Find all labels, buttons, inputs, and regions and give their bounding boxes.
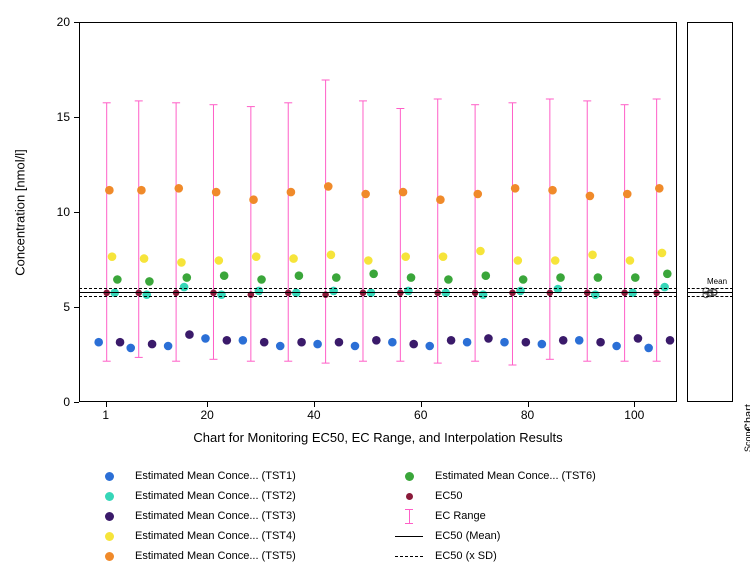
legend-label: Estimated Mean Conce... (TST4) xyxy=(135,530,296,542)
side-panel xyxy=(687,22,733,402)
legend-label: Estimated Mean Conce... (TST6) xyxy=(435,470,596,482)
legend-item-ec50: EC50 xyxy=(393,486,663,506)
x-tick-label: 20 xyxy=(192,408,222,422)
x-tick-label: 40 xyxy=(299,408,329,422)
x-tick-label: 100 xyxy=(619,408,649,422)
y-tick-label: 20 xyxy=(30,15,70,29)
legend-column-1: Estimated Mean Conce... (TST1) Estimated … xyxy=(93,466,393,566)
legend-label: Estimated Mean Conce... (TST2) xyxy=(135,490,296,502)
legend-item-tst4: Estimated Mean Conce... (TST4) xyxy=(93,526,393,546)
side-x-title-label: Scope: xyxy=(744,424,750,452)
x-tick-label: 1 xyxy=(91,408,121,422)
side-x-title: Scope: xyxy=(738,430,750,458)
legend-item-ec50sd: EC50 (x SD) xyxy=(393,546,663,566)
y-tick-label: 0 xyxy=(30,395,70,409)
legend-item-tst1: Estimated Mean Conce... (TST1) xyxy=(93,466,393,486)
side-ec50-sd-high-line xyxy=(687,288,733,289)
side-x-tick: Chart xyxy=(738,407,750,423)
legend-label: EC Range xyxy=(435,510,486,522)
y-tick-label: 15 xyxy=(30,110,70,124)
ec50-sd-high-line xyxy=(79,288,677,289)
legend-label: EC50 (Mean) xyxy=(435,530,500,542)
legend-item-tst2: Estimated Mean Conce... (TST2) xyxy=(93,486,393,506)
legend-column-2: Estimated Mean Conce... (TST6) EC50 EC Ran… xyxy=(393,466,663,566)
chart-root: Concentration [nmol/l] 0 5 10 15 20 1 20 40 60 8… xyxy=(0,0,750,584)
y-tick-label: 10 xyxy=(30,205,70,219)
legend: Estimated Mean Conce... (TST1) Estimated … xyxy=(93,466,663,576)
main-plot-panel xyxy=(79,22,677,402)
y-axis-label: Concentration [nmol/l] xyxy=(13,149,28,275)
ec50-mean-line xyxy=(79,292,677,293)
ec50-sd-low-line xyxy=(79,296,677,297)
x-axis-title: Chart for Monitoring EC50, EC Range, and… xyxy=(79,430,677,445)
legend-label: EC50 (x SD) xyxy=(435,550,497,562)
legend-label: Estimated Mean Conce... (TST1) xyxy=(135,470,296,482)
x-tick-label: 60 xyxy=(406,408,436,422)
legend-label: EC50 xyxy=(435,490,463,502)
y-axis-title: Concentration [nmol/l] xyxy=(10,22,30,402)
legend-item-tst6: Estimated Mean Conce... (TST6) xyxy=(393,466,663,486)
legend-label: Estimated Mean Conce... (TST5) xyxy=(135,550,296,562)
side-ec50-sd-low-line xyxy=(687,296,733,297)
legend-item-tst3: Estimated Mean Conce... (TST3) xyxy=(93,506,393,526)
x-tick-label: 80 xyxy=(513,408,543,422)
legend-item-ecrange: EC Range xyxy=(393,506,663,526)
side-plot-area xyxy=(688,23,732,401)
side-mean-label: Mean xyxy=(707,277,727,286)
side-ec50-mean-line xyxy=(687,292,733,293)
legend-item-ec50mean: EC50 (Mean) xyxy=(393,526,663,546)
plot-area xyxy=(80,23,676,401)
legend-label: Estimated Mean Conce... (TST3) xyxy=(135,510,296,522)
y-tick-label: 5 xyxy=(30,300,70,314)
legend-item-tst5: Estimated Mean Conce... (TST5) xyxy=(93,546,393,566)
